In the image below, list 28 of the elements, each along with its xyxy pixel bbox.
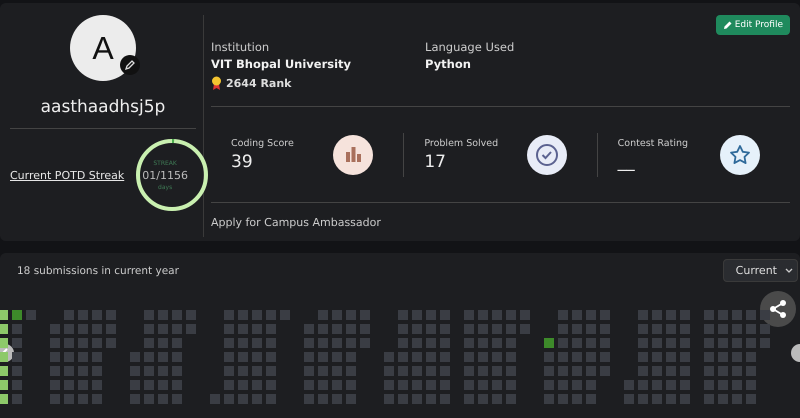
year-select[interactable]: Current bbox=[722, 259, 798, 282]
pencil-icon bbox=[722, 20, 733, 30]
campus-ambassador-link[interactable]: Apply for Campus Ambassador bbox=[211, 216, 790, 229]
medal-icon bbox=[211, 76, 222, 90]
info-label: Language Used bbox=[425, 40, 514, 54]
chevron-left-icon[interactable] bbox=[0, 344, 14, 362]
stat-value: __ bbox=[618, 152, 636, 172]
stat-value: 39 bbox=[231, 152, 254, 172]
bar-chart-icon bbox=[333, 134, 374, 174]
edit-pencil-icon[interactable] bbox=[120, 55, 140, 75]
check-circle-icon bbox=[526, 134, 567, 174]
stat-label: Contest Rating bbox=[618, 138, 688, 148]
stat-label: Coding Score bbox=[231, 138, 294, 148]
chevron-down-icon bbox=[785, 268, 793, 274]
username: aasthaadhsj5p bbox=[40, 97, 166, 117]
avatar-letter: A bbox=[92, 30, 114, 66]
share-icon[interactable] bbox=[760, 291, 796, 327]
streak-value: 01/1156 bbox=[142, 168, 188, 182]
chevron-right-icon[interactable] bbox=[790, 344, 800, 362]
stat-label: Problem Solved bbox=[424, 138, 498, 148]
rank-text: 2644 Rank bbox=[226, 76, 292, 90]
info-value: Python bbox=[425, 57, 472, 71]
info-label: Institution bbox=[211, 40, 270, 54]
edit-profile-button[interactable]: Edit Profile bbox=[716, 15, 790, 35]
submissions-count: 18 submissions in current year bbox=[17, 264, 179, 276]
potd-streak-link[interactable]: Current POTD Streak bbox=[10, 168, 124, 182]
info-value: VIT Bhopal University bbox=[211, 57, 352, 71]
stat-value: 17 bbox=[424, 152, 447, 172]
